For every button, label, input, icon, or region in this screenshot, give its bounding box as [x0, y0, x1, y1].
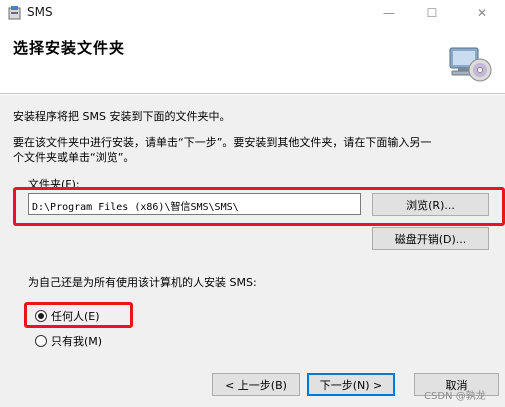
back-button[interactable]: < 上一步(B) [212, 373, 300, 396]
wizard-header: 选择安装文件夹 [0, 26, 505, 94]
minimize-button[interactable]: — [366, 0, 412, 26]
radio-unchecked-icon [35, 335, 47, 347]
install-for-question: 为自己还是为所有使用该计算机的人安装 SMS: [28, 276, 257, 289]
installer-app-icon [8, 6, 21, 20]
disk-cost-button[interactable]: 磁盘开销(D)... [372, 227, 489, 250]
maximize-button[interactable]: ☐ [409, 0, 455, 26]
radio-only-me-label: 只有我(M) [51, 335, 103, 348]
title-bar: SMS — ☐ ✕ [0, 0, 505, 26]
intro-text: 安装程序将把 SMS 安装到下面的文件夹中。 [13, 110, 231, 123]
watermark: CSDN @孰龙 [424, 391, 486, 402]
instructions-text-line2: 个文件夹或单击“浏览”。 [13, 151, 135, 164]
folder-highlight-box [13, 187, 505, 226]
instructions-text-line1: 要在该文件夹中进行安装，请单击“下一步”。要安装到其他文件夹，请在下面输入另一 [13, 136, 432, 149]
radio-only-me[interactable]: 只有我(M) [35, 333, 102, 349]
radio-highlight-box [24, 302, 133, 328]
setup-disc-computer-icon [449, 47, 492, 82]
next-button[interactable]: 下一步(N) > [307, 373, 395, 396]
window-title: SMS [27, 5, 53, 19]
close-button[interactable]: ✕ [459, 0, 505, 26]
page-title: 选择安装文件夹 [13, 39, 126, 57]
